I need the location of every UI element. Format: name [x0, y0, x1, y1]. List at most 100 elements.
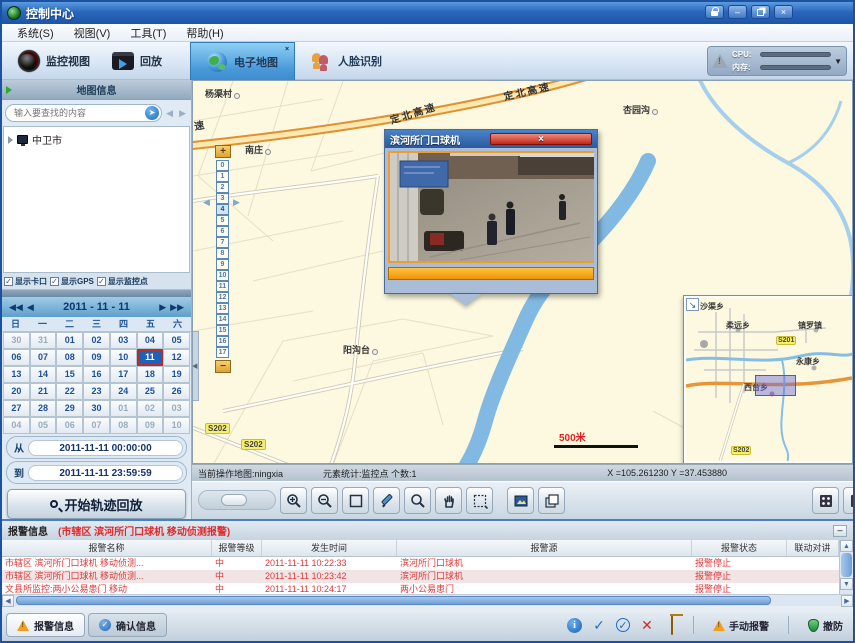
bottom-tab[interactable]: 报警信息 [6, 613, 85, 637]
calendar-day[interactable]: 06 [56, 417, 83, 434]
lock-button[interactable] [705, 5, 724, 19]
calendar-day[interactable]: 10 [110, 349, 137, 366]
zoom-level-cell[interactable]: 4 [216, 204, 229, 215]
calendar-day[interactable]: 02 [137, 400, 164, 417]
menu-item[interactable]: 帮助(H) [177, 24, 232, 42]
zoom-level-cell[interactable]: 10 [216, 270, 229, 281]
clear-icon[interactable] [664, 617, 680, 633]
snapshot-button[interactable] [507, 487, 534, 514]
camera-popup-close-icon[interactable]: × [490, 133, 592, 145]
start-track-playback-button[interactable]: 开始轨迹回放 [7, 489, 186, 519]
prev-month-icon[interactable]: ◀ [25, 302, 36, 313]
zoom-in-map-button[interactable]: + [215, 145, 231, 158]
minimize-button[interactable]: – [728, 5, 747, 19]
calendar-day[interactable]: 03 [163, 400, 190, 417]
calendar-day[interactable]: 19 [163, 366, 190, 383]
measure-button[interactable] [373, 487, 400, 514]
zoom-level-cell[interactable]: 8 [216, 248, 229, 259]
calendar-day[interactable]: 30 [83, 400, 110, 417]
overview-minimap[interactable]: ↘ 沙渠乡柔远乡镇罗镇永康乡西台乡S201S202 [684, 296, 853, 463]
calendar-day[interactable]: 09 [83, 349, 110, 366]
pan-button[interactable] [435, 487, 462, 514]
alarm-row[interactable]: 文县所监控:两小公易患门 移动 中 2011-11-11 10:24:17 两小… [2, 583, 839, 594]
calendar-day[interactable]: 05 [163, 332, 190, 349]
calendar-day[interactable]: 18 [137, 366, 164, 383]
info-icon[interactable]: i [567, 618, 582, 633]
sidebar-collapse-handle[interactable]: ◀ [192, 331, 199, 401]
calendar-day[interactable]: 30 [3, 332, 30, 349]
alarm-column-header[interactable]: 报警源 [397, 540, 692, 556]
confirm-icon[interactable]: ✓ [591, 617, 607, 633]
calendar-day[interactable]: 02 [83, 332, 110, 349]
workspace-tab[interactable]: 电子地图 × [190, 42, 295, 80]
zoom-level-left-arrow[interactable]: ◀ [203, 197, 210, 208]
zoom-level-cell[interactable]: 3 [216, 193, 229, 204]
calendar-day[interactable]: 15 [56, 366, 83, 383]
calendar-day[interactable]: 25 [137, 383, 164, 400]
calendar-day[interactable]: 21 [30, 383, 57, 400]
minimap-collapse-icon[interactable]: ↘ [686, 298, 699, 311]
scroll-left-icon[interactable]: ◀ [2, 595, 14, 607]
layers-button[interactable] [538, 487, 565, 514]
zoom-level-cell[interactable]: 14 [216, 314, 229, 325]
scroll-up-icon[interactable]: ▲ [840, 540, 853, 552]
collapse-arrow-icon[interactable] [6, 86, 12, 94]
region-select-button[interactable] [466, 487, 493, 514]
next-year-icon[interactable]: ▶▶ [168, 302, 186, 313]
electronic-map[interactable]: 杨渠村速定北高速定北高速杏园沟南庄阳沟台S202S202500米 + 01234… [192, 80, 853, 464]
tree-expand-icon[interactable] [8, 136, 13, 144]
fullscreen-button[interactable] [843, 487, 855, 514]
search-icon[interactable]: ➤ [145, 106, 159, 120]
minimap-viewport-rect[interactable] [755, 375, 796, 396]
camera-popup-titlebar[interactable]: 滨河所门口球机 × [385, 130, 597, 148]
vertical-scroll-thumb[interactable] [841, 553, 852, 577]
checkbox-icon[interactable] [4, 277, 13, 286]
prev-year-icon[interactable]: ◀◀ [7, 302, 25, 313]
calendar-day[interactable]: 08 [56, 349, 83, 366]
calendar-day[interactable]: 06 [3, 349, 30, 366]
monitor-view-button[interactable]: 监控视图 [8, 45, 100, 77]
horizontal-scroll-thumb[interactable] [16, 596, 771, 605]
zoom-level-cell[interactable]: 2 [216, 182, 229, 193]
layer-toggle[interactable]: 显示监控点 [97, 276, 148, 287]
calendar-day[interactable]: 26 [163, 383, 190, 400]
zoom-level-right-arrow[interactable]: ▶ [233, 197, 240, 208]
close-button[interactable]: × [774, 5, 793, 19]
scroll-right-icon[interactable]: ▶ [841, 595, 853, 607]
zoom-level-cell[interactable]: 12 [216, 292, 229, 303]
menu-item[interactable]: 工具(T) [121, 24, 175, 42]
alarm-column-header[interactable]: 报警名称 [2, 540, 212, 556]
alarm-column-header[interactable]: 联动对讲 [787, 540, 839, 556]
to-date-field[interactable]: 2011-11-11 23:59:59 [28, 465, 183, 481]
zoom-level-cell[interactable]: 17 [216, 347, 229, 358]
checkbox-icon[interactable] [50, 277, 59, 286]
calendar-day[interactable]: 08 [110, 417, 137, 434]
perf-dropdown-icon[interactable]: ▼ [834, 57, 842, 66]
bottom-tab[interactable]: ✓ 确认信息 [88, 613, 167, 637]
disarm-button[interactable]: 撤防 [802, 616, 849, 635]
tab-close-icon[interactable]: × [283, 46, 291, 54]
zoom-level-cell[interactable]: 13 [216, 303, 229, 314]
zoom-level-cell[interactable]: 0 [216, 160, 229, 171]
sidebar-splitter[interactable] [2, 289, 191, 297]
calendar-day[interactable]: 24 [110, 383, 137, 400]
calendar-day[interactable]: 10 [163, 417, 190, 434]
from-date-field[interactable]: 2011-11-11 00:00:00 [28, 440, 183, 456]
scroll-down-icon[interactable]: ▼ [840, 578, 853, 590]
box-select-button[interactable] [342, 487, 369, 514]
zoom-in-button[interactable] [280, 487, 307, 514]
calendar-day[interactable]: 05 [30, 417, 57, 434]
calendar-day[interactable]: 20 [3, 383, 30, 400]
alarm-column-header[interactable]: 报警等级 [212, 540, 262, 556]
alarm-column-header[interactable]: 发生时间 [262, 540, 397, 556]
zoom-slider-thumb[interactable] [221, 494, 247, 506]
calendar-day[interactable]: 17 [110, 366, 137, 383]
calendar-day[interactable]: 12 [163, 349, 190, 366]
next-month-icon[interactable]: ▶ [157, 302, 168, 313]
zoom-level-cell[interactable]: 7 [216, 237, 229, 248]
menu-item[interactable]: 视图(V) [65, 24, 120, 42]
menu-item[interactable]: 系统(S) [8, 24, 63, 42]
area-zoom-button[interactable] [404, 487, 431, 514]
zoom-level-cell[interactable]: 11 [216, 281, 229, 292]
workspace-tab[interactable]: 人脸识别 × [295, 42, 398, 80]
